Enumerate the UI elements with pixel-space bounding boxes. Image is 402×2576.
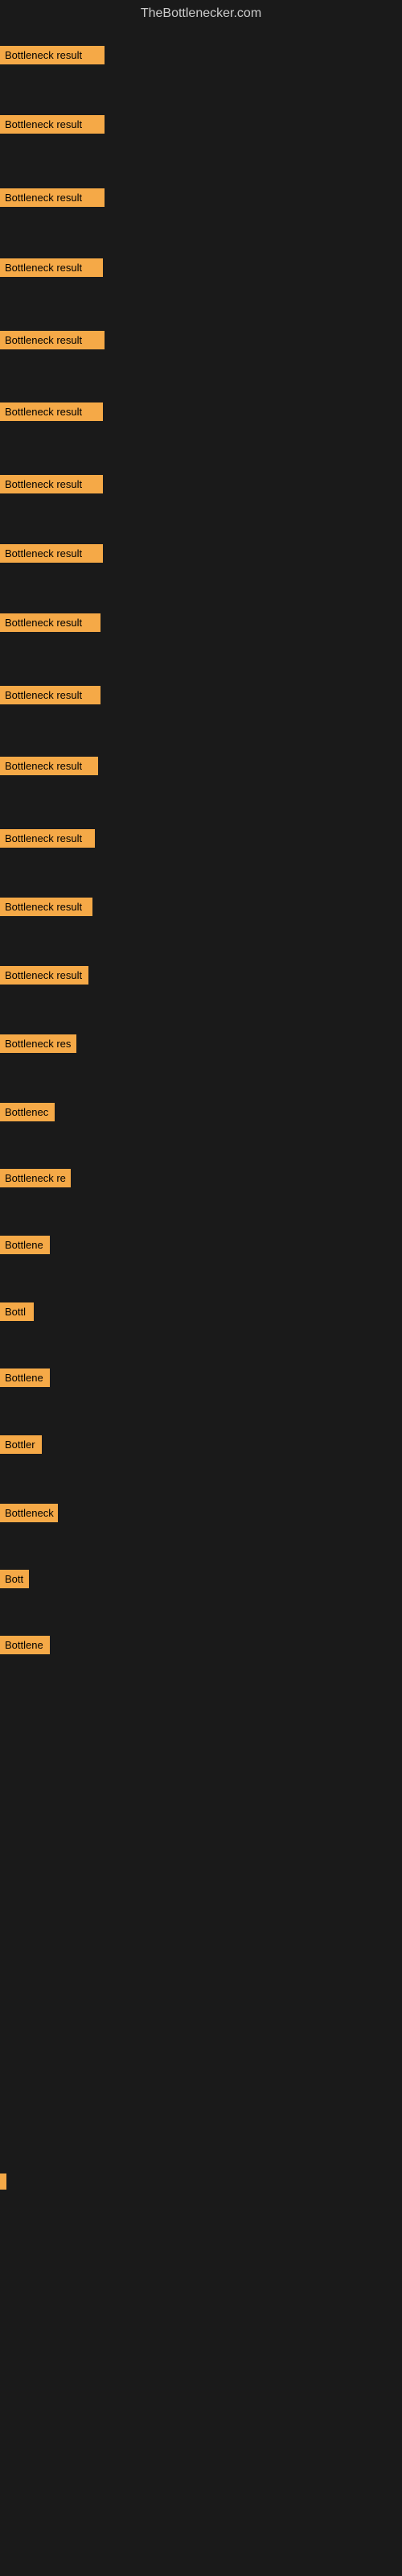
bottleneck-result-item: Bottleneck result (0, 115, 105, 134)
bottleneck-result-item: Bottleneck result (0, 402, 103, 421)
small-bottleneck-indicator (0, 2174, 6, 2190)
site-title: TheBottlenecker.com (0, 0, 402, 27)
bottleneck-result-item: Bottleneck result (0, 331, 105, 349)
bottleneck-result-item: Bottleneck result (0, 544, 103, 563)
bottleneck-result-item: Bottleneck result (0, 686, 100, 704)
bottleneck-result-item: Bottler (0, 1435, 42, 1454)
bottleneck-result-item: Bottlene (0, 1236, 50, 1254)
bottleneck-result-item: Bottlenec (0, 1103, 55, 1121)
bottleneck-result-item: Bottleneck res (0, 1034, 76, 1053)
bottleneck-result-item: Bottleneck result (0, 475, 103, 493)
bottleneck-result-item: Bottleneck result (0, 613, 100, 632)
bottleneck-result-item: Bottleneck result (0, 757, 98, 775)
bottleneck-result-item: Bottleneck result (0, 966, 88, 985)
bottleneck-result-item: Bottlene (0, 1636, 50, 1654)
bottleneck-result-item: Bott (0, 1570, 29, 1588)
bottleneck-result-item: Bottleneck result (0, 46, 105, 64)
bottleneck-result-item: Bottleneck result (0, 898, 92, 916)
bottleneck-result-item: Bottl (0, 1302, 34, 1321)
bottleneck-result-item: Bottleneck result (0, 188, 105, 207)
bottleneck-result-item: Bottlene (0, 1368, 50, 1387)
bottleneck-result-item: Bottleneck (0, 1504, 58, 1522)
bottleneck-result-item: Bottleneck result (0, 258, 103, 277)
bottleneck-result-item: Bottleneck result (0, 829, 95, 848)
bottleneck-result-item: Bottleneck re (0, 1169, 71, 1187)
